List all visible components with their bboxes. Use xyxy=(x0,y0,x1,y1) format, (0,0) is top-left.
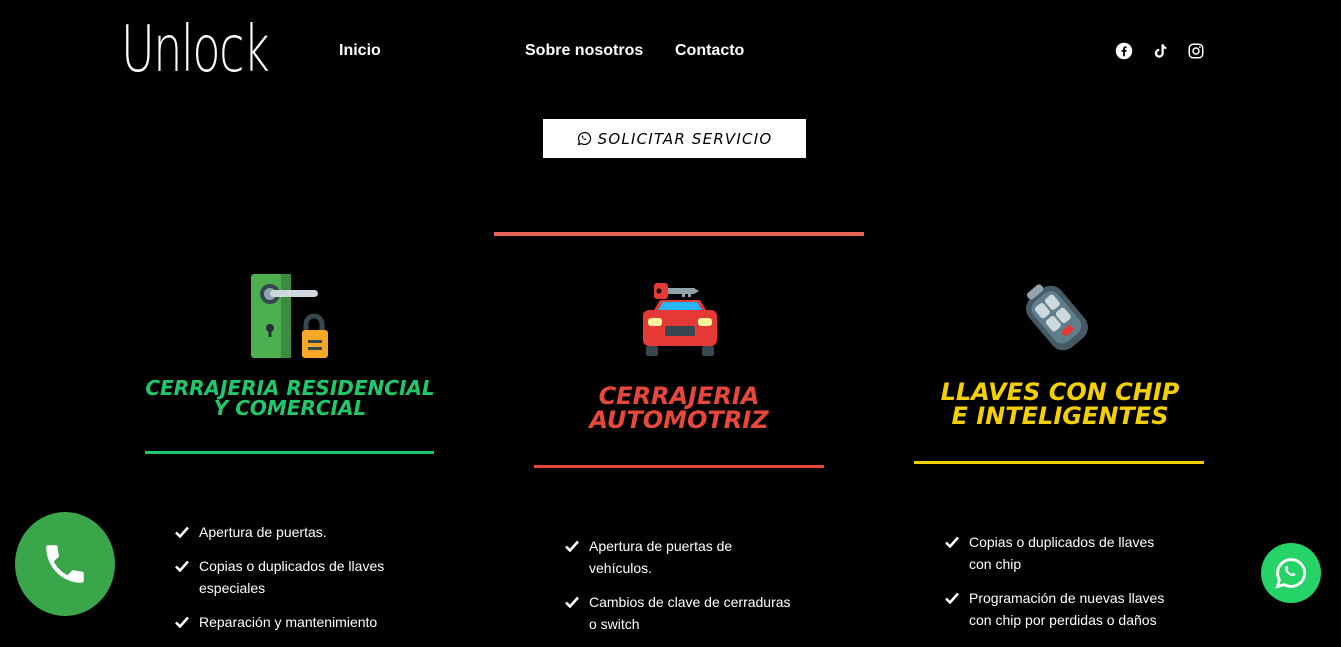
featured-accent-bar xyxy=(494,232,864,236)
list-item: Programación de nuevas llaves con chip p… xyxy=(945,587,1175,631)
whatsapp-floating-button[interactable] xyxy=(1261,543,1321,603)
list-item: Reparación y mantenimiento xyxy=(175,611,405,633)
car-remote-icon xyxy=(1026,284,1088,351)
logo[interactable]: Unlock xyxy=(121,14,270,86)
service-title-residencial: CERRAJERIA RESIDENCIAL Y COMERCIAL xyxy=(145,376,435,420)
check-icon xyxy=(175,560,189,572)
facebook-icon[interactable] xyxy=(1115,42,1133,60)
check-icon xyxy=(945,536,959,548)
list-item: Copias o duplicados de llaves especiales xyxy=(175,555,405,599)
check-icon xyxy=(945,592,959,604)
service-divider-chip xyxy=(914,461,1204,464)
instagram-icon[interactable] xyxy=(1187,42,1205,60)
service-title-automotriz: CERRAJERIA AUTOMOTRIZ xyxy=(589,382,769,434)
nav-sobre-nosotros[interactable]: Sobre nosotros xyxy=(525,42,643,60)
whatsapp-icon xyxy=(577,131,591,146)
nav-inicio[interactable]: Inicio xyxy=(339,42,381,60)
service-divider-automotriz xyxy=(534,465,824,468)
solicitar-servicio-button[interactable]: SOLICITAR SERVICIO xyxy=(543,119,806,158)
list-item: Apertura de puertas. xyxy=(175,521,405,543)
phone-icon xyxy=(46,545,84,583)
whatsapp-icon xyxy=(1275,558,1306,589)
list-item: Cambios de clave de cerraduras o switch xyxy=(565,591,795,635)
cta-label: SOLICITAR SERVICIO xyxy=(597,129,773,148)
tiktok-icon[interactable] xyxy=(1151,42,1169,60)
check-icon xyxy=(565,540,579,552)
service-title-chip: LLAVES CON CHIP E INTELIGENTES xyxy=(940,378,1180,430)
check-icon xyxy=(175,526,189,538)
feature-list-residencial: Apertura de puertas. Copias o duplicados… xyxy=(175,521,405,645)
check-icon xyxy=(565,596,579,608)
car-key-icon xyxy=(643,283,717,356)
feature-list-chip: Copias o duplicados de llaves con chip P… xyxy=(945,531,1175,643)
feature-list-automotriz: Apertura de puertas de vehículos. Cambio… xyxy=(565,535,795,647)
list-item: Apertura de puertas de vehículos. xyxy=(565,535,795,579)
call-floating-button[interactable] xyxy=(15,512,115,616)
nav-contacto[interactable]: Contacto xyxy=(675,42,744,60)
door-lock-icon xyxy=(251,274,328,358)
check-icon xyxy=(175,616,189,628)
list-item: Copias o duplicados de llaves con chip xyxy=(945,531,1175,575)
service-divider-residencial xyxy=(145,451,434,454)
